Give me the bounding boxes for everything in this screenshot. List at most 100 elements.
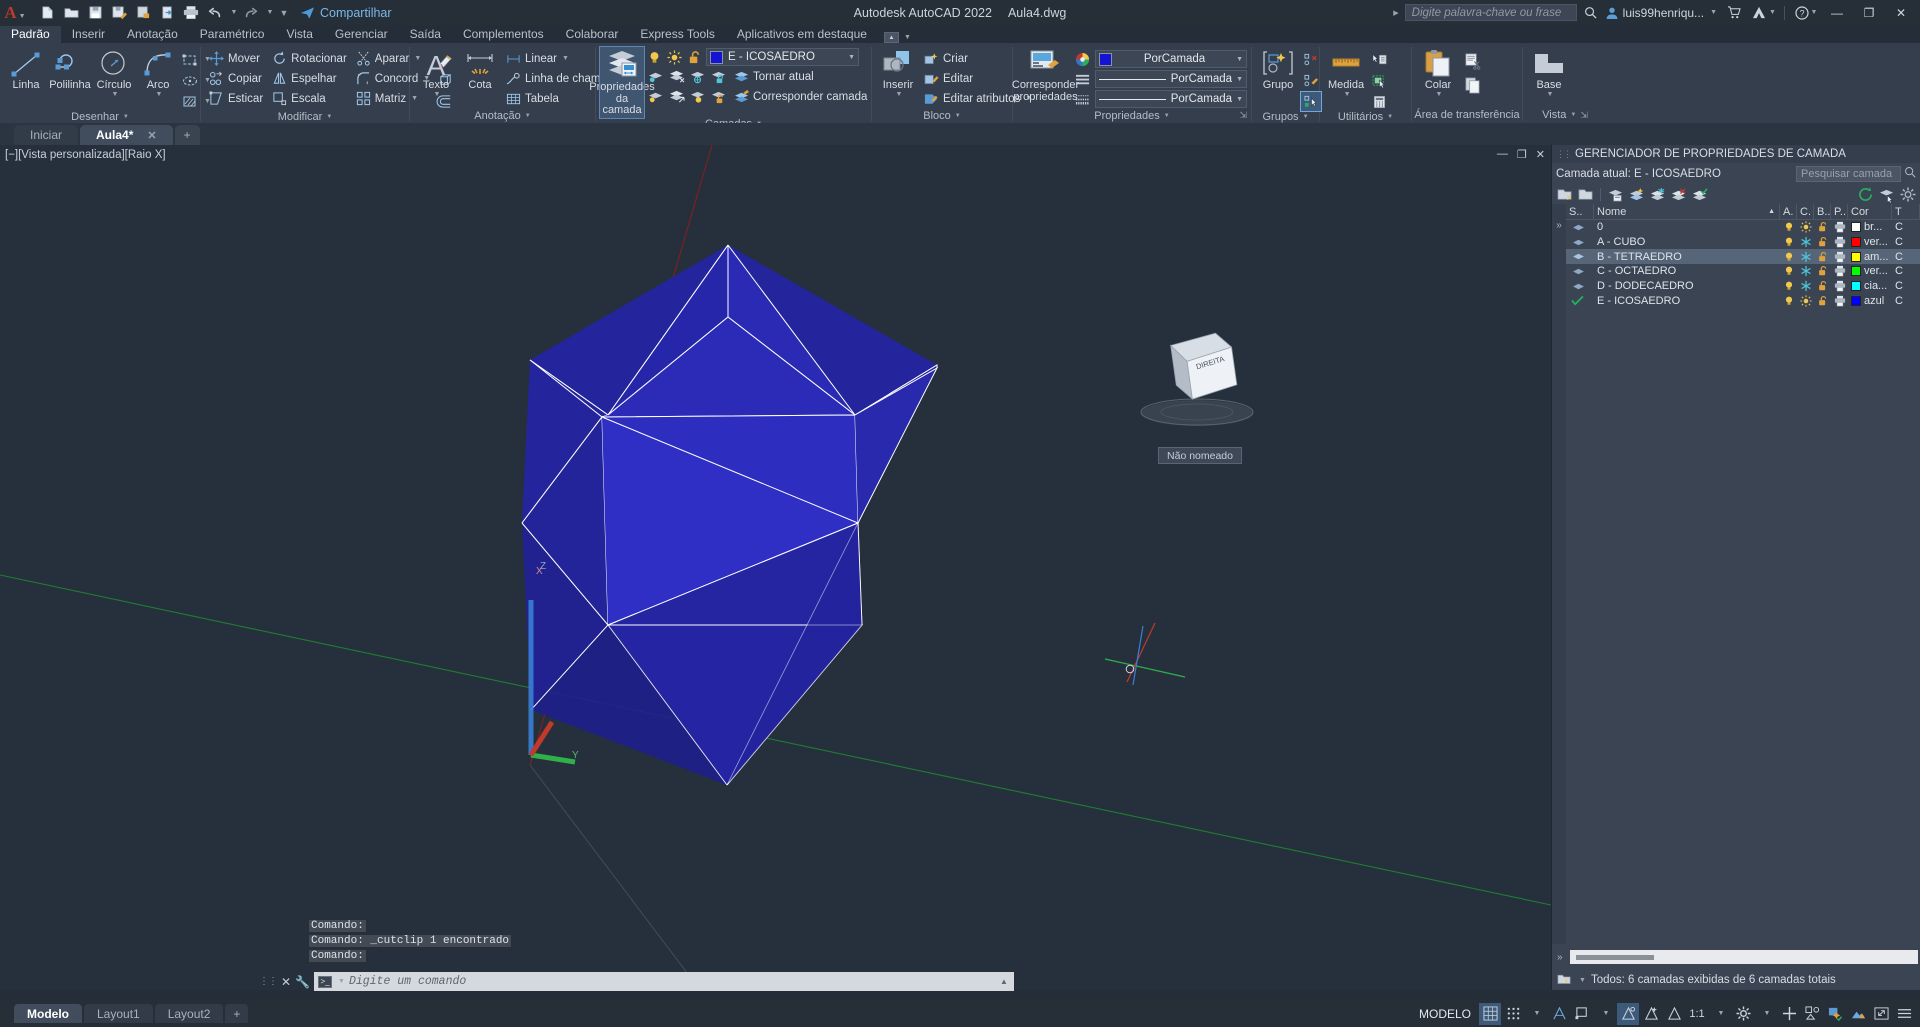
- vista-dialog-launcher[interactable]: ⇲: [1580, 110, 1588, 121]
- ribbon-tab-saida[interactable]: Saída: [399, 26, 452, 43]
- row-name[interactable]: A - CUBO: [1594, 235, 1780, 250]
- ribbon-state-dropdown-icon[interactable]: ▼: [904, 34, 911, 41]
- command-line-customize-icon[interactable]: 🔧: [295, 975, 310, 989]
- row-linetype[interactable]: C: [1892, 249, 1920, 264]
- ribbon-tab-padrao[interactable]: Padrão: [0, 26, 61, 43]
- ribbon-minimize-control[interactable]: ▲ ▼: [883, 32, 911, 43]
- redo-dropdown-icon[interactable]: ▼: [264, 3, 274, 23]
- search-expand-icon[interactable]: ▶: [1393, 9, 1398, 17]
- color-combo[interactable]: PorCamada ▼: [1095, 50, 1247, 68]
- select-all-icon[interactable]: [1369, 71, 1389, 90]
- row-freeze-icon[interactable]: [1797, 264, 1814, 279]
- dynamic-input-icon[interactable]: [1778, 1003, 1800, 1025]
- new-layer-icon[interactable]: [1555, 185, 1574, 203]
- ungroup-icon[interactable]: [1301, 50, 1321, 69]
- medida-dropdown-icon[interactable]: ▼: [1344, 91, 1351, 98]
- table-row[interactable]: C - OCTAEDRO ver... C: [1566, 264, 1920, 279]
- rectangle-icon[interactable]: [180, 50, 200, 69]
- scrollbar-thumb[interactable]: [1575, 954, 1654, 960]
- tool-circulo[interactable]: Círculo ▼: [92, 47, 136, 100]
- lineweight-icon[interactable]: [1074, 91, 1091, 108]
- tool-escala[interactable]: Escala: [268, 89, 350, 108]
- share-button[interactable]: Compartilhar: [300, 6, 392, 20]
- ucs-name-badge[interactable]: Não nomeado: [1158, 447, 1242, 464]
- help-search-input[interactable]: Digite palavra-chave ou frase: [1404, 4, 1577, 21]
- layer-unlock-icon[interactable]: [709, 87, 729, 106]
- help-icon[interactable]: ? ▼: [1792, 0, 1820, 25]
- isolate-objects-icon[interactable]: [1801, 1003, 1823, 1025]
- row-freeze-icon[interactable]: [1797, 249, 1814, 264]
- col-lock[interactable]: B..: [1814, 204, 1831, 220]
- table-row[interactable]: A - CUBO ver... C: [1566, 235, 1920, 250]
- tool-esticar[interactable]: Esticar: [205, 89, 266, 108]
- tool-espelhar[interactable]: Espelhar: [268, 69, 350, 88]
- annotation-monitor-icon[interactable]: [1824, 1003, 1846, 1025]
- tool-grupo[interactable]: Grupo: [1256, 47, 1300, 93]
- settings-gear-icon[interactable]: [1732, 1003, 1754, 1025]
- print-icon[interactable]: [180, 3, 202, 23]
- linetype-icon[interactable]: [1074, 71, 1091, 88]
- row-plot-icon[interactable]: [1831, 235, 1848, 250]
- row-on-icon[interactable]: [1780, 279, 1797, 294]
- layer-filter-dropdown-icon[interactable]: [1557, 972, 1572, 989]
- arco-dropdown-icon[interactable]: ▼: [156, 91, 163, 98]
- panel-vista-expand-icon[interactable]: ▼: [1570, 112, 1576, 118]
- horizontal-scrollbar[interactable]: [1569, 950, 1918, 964]
- ortho-mode-icon[interactable]: [1571, 1003, 1593, 1025]
- command-dropdown-icon[interactable]: ▼: [338, 978, 345, 985]
- row-on-icon[interactable]: [1780, 235, 1797, 250]
- row-color[interactable]: ver...: [1848, 235, 1892, 250]
- new-layout-button[interactable]: +: [225, 1004, 249, 1023]
- lightbulb-on-icon[interactable]: [646, 49, 663, 66]
- layer-walk-icon[interactable]: [1877, 185, 1896, 204]
- panel-modificar-expand-icon[interactable]: ▼: [326, 114, 332, 120]
- new-file-tab-button[interactable]: +: [174, 125, 200, 145]
- chevron-down-icon[interactable]: ▼: [1236, 56, 1243, 63]
- group-edit-icon[interactable]: [1301, 71, 1321, 90]
- viewport-close-icon[interactable]: ✕: [1536, 148, 1545, 161]
- ortho-dropdown-icon[interactable]: ▼: [1594, 1003, 1616, 1025]
- row-lock-icon[interactable]: [1814, 249, 1831, 264]
- table-row[interactable]: 0 br... C: [1566, 220, 1920, 235]
- close-icon[interactable]: ✕: [147, 129, 156, 142]
- tool-tornar-atual[interactable]: Tornar atual: [730, 67, 817, 86]
- group-selection-icon[interactable]: [1300, 91, 1322, 112]
- row-freeze-icon[interactable]: [1797, 293, 1814, 308]
- linetype-combo[interactable]: PorCamada ▼: [1095, 70, 1247, 88]
- menu-icon[interactable]: [1893, 1003, 1915, 1025]
- row-name[interactable]: C - OCTAEDRO: [1594, 264, 1780, 279]
- row-name[interactable]: 0: [1594, 220, 1780, 235]
- scale-dropdown-icon[interactable]: ▼: [1709, 1003, 1731, 1025]
- layer-search-input[interactable]: Pesquisar camada: [1796, 165, 1901, 182]
- circulo-dropdown-icon[interactable]: ▼: [112, 91, 119, 98]
- inserir-dropdown-icon[interactable]: ▼: [896, 91, 903, 98]
- row-name[interactable]: D - DODECAEDRO: [1594, 279, 1780, 294]
- col-status[interactable]: S..: [1566, 204, 1594, 220]
- viewport-maximize-icon[interactable]: ❐: [1517, 148, 1527, 161]
- layer-states-icon[interactable]: [1648, 185, 1667, 203]
- tool-colar[interactable]: Colar ▼: [1416, 47, 1460, 100]
- row-plot-icon[interactable]: [1831, 293, 1848, 308]
- row-lock-icon[interactable]: [1814, 264, 1831, 279]
- row-color[interactable]: azul: [1848, 293, 1892, 308]
- tool-base[interactable]: Base ▼: [1527, 47, 1571, 100]
- layer-isolate-icon[interactable]: [646, 67, 666, 86]
- tool-cota[interactable]: Cota: [458, 47, 502, 93]
- layer-unisolate-icon[interactable]: [646, 87, 666, 106]
- infer-constraints-icon[interactable]: [1548, 1003, 1570, 1025]
- row-on-icon[interactable]: [1780, 220, 1797, 235]
- texto-dropdown-icon[interactable]: ▼: [434, 91, 441, 98]
- tool-rotacionar[interactable]: Rotacionar: [268, 49, 350, 68]
- undo-icon[interactable]: [204, 3, 226, 23]
- file-tab-iniciar[interactable]: Iniciar: [14, 125, 79, 145]
- maximize-button[interactable]: ❐: [1854, 0, 1884, 25]
- layer-selector-combo[interactable]: E - ICOSAEDRO ▼: [706, 48, 859, 66]
- grid-display-icon[interactable]: [1479, 1002, 1501, 1025]
- ribbon-tab-anotacao[interactable]: Anotação: [116, 26, 189, 43]
- chevron-down-icon[interactable]: ▼: [848, 54, 855, 61]
- sun-icon[interactable]: [666, 49, 683, 66]
- row-name[interactable]: B - TETRAEDRO: [1594, 249, 1780, 264]
- base-dropdown-icon[interactable]: ▼: [1547, 91, 1554, 98]
- filter-dropdown-caret[interactable]: ▼: [1579, 977, 1586, 984]
- row-plot-icon[interactable]: [1831, 264, 1848, 279]
